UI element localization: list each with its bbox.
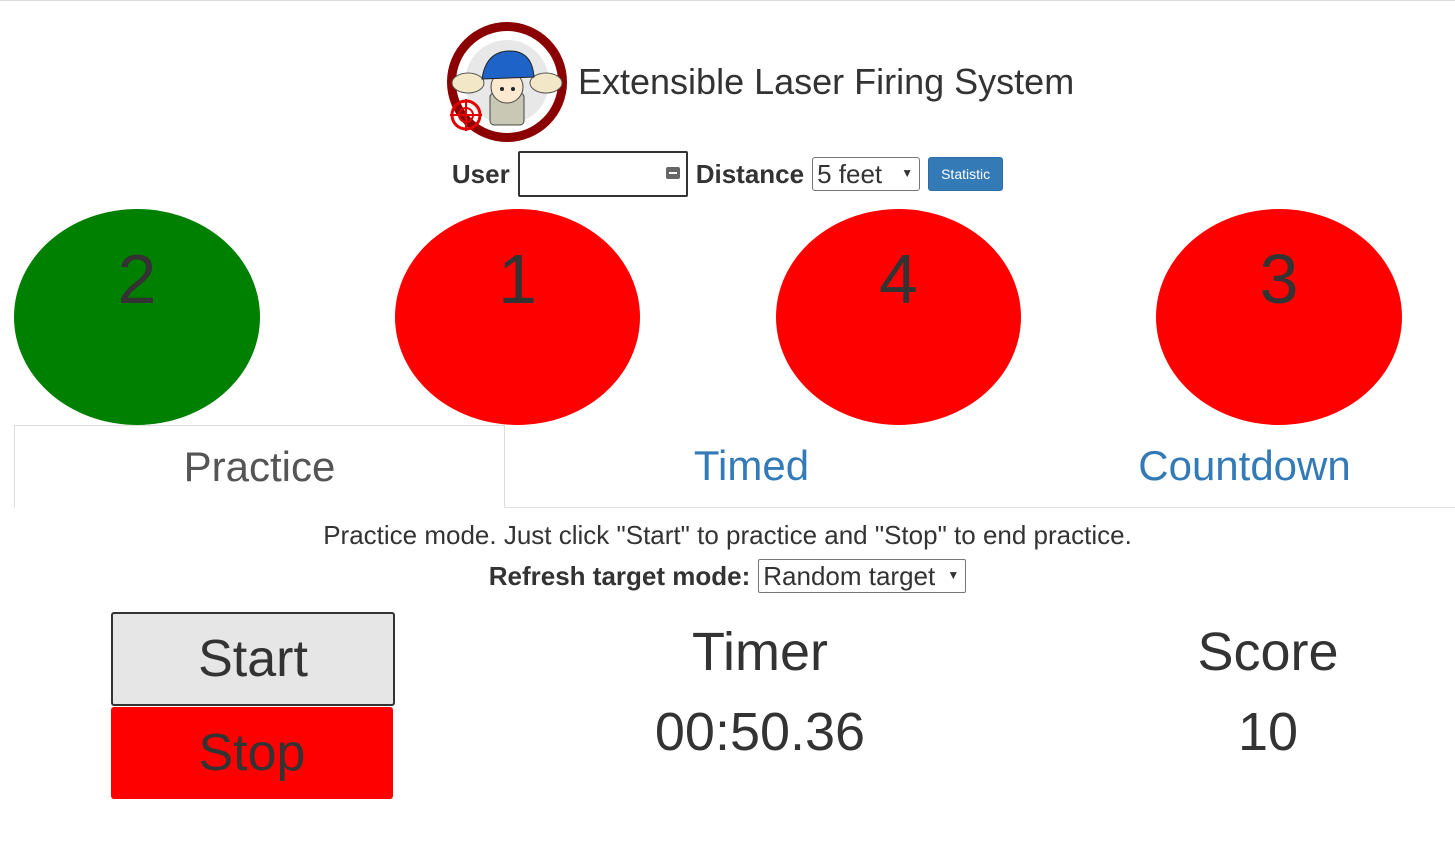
mode-tabs: Practice Timed Countdown bbox=[14, 425, 1455, 508]
statistic-button[interactable]: Statistic bbox=[928, 157, 1004, 191]
tab-countdown[interactable]: Countdown bbox=[998, 425, 1455, 507]
refresh-row: Refresh target mode: Random target ▼ bbox=[0, 559, 1455, 593]
user-label: User bbox=[451, 158, 510, 189]
target-2: 2 bbox=[14, 209, 260, 425]
tab-timed[interactable]: Timed bbox=[505, 425, 998, 507]
refresh-mode-select[interactable]: Random target ▼ bbox=[758, 559, 967, 593]
distance-select[interactable]: 5 feet ▼ bbox=[812, 157, 921, 191]
user-controls: User Distance 5 feet ▼ Statistic bbox=[0, 150, 1455, 198]
refresh-mode-value: Random target bbox=[763, 560, 936, 591]
chevron-down-icon: ▼ bbox=[947, 568, 960, 582]
refresh-label: Refresh target mode: bbox=[488, 560, 751, 591]
score-label: Score bbox=[1197, 622, 1339, 682]
target-4: 4 bbox=[776, 209, 1021, 425]
mode-description: Practice mode. Just click "Start" to pra… bbox=[323, 520, 1132, 550]
app-header: Extensible Laser Firing System bbox=[446, 21, 1074, 143]
timer-label: Timer bbox=[692, 622, 828, 682]
keyboard-icon bbox=[665, 167, 680, 179]
distance-value: 5 feet bbox=[817, 158, 883, 189]
target-3: 3 bbox=[1156, 209, 1402, 425]
app-title: Extensible Laser Firing System bbox=[578, 61, 1075, 102]
start-button[interactable]: Start bbox=[111, 612, 395, 706]
timer-value: 00:50.36 bbox=[654, 702, 866, 762]
target-number: 1 bbox=[498, 240, 537, 318]
score-value: 10 bbox=[1237, 702, 1299, 762]
tab-practice[interactable]: Practice bbox=[14, 425, 505, 508]
mascot-logo-icon bbox=[447, 22, 567, 142]
target-1: 1 bbox=[395, 209, 640, 425]
distance-label: Distance bbox=[695, 158, 805, 189]
user-input[interactable] bbox=[517, 151, 688, 197]
target-number: 4 bbox=[879, 240, 918, 318]
target-number: 2 bbox=[117, 240, 157, 318]
target-number: 3 bbox=[1259, 240, 1299, 318]
stop-button[interactable]: Stop bbox=[111, 707, 393, 799]
chevron-down-icon: ▼ bbox=[901, 166, 914, 180]
